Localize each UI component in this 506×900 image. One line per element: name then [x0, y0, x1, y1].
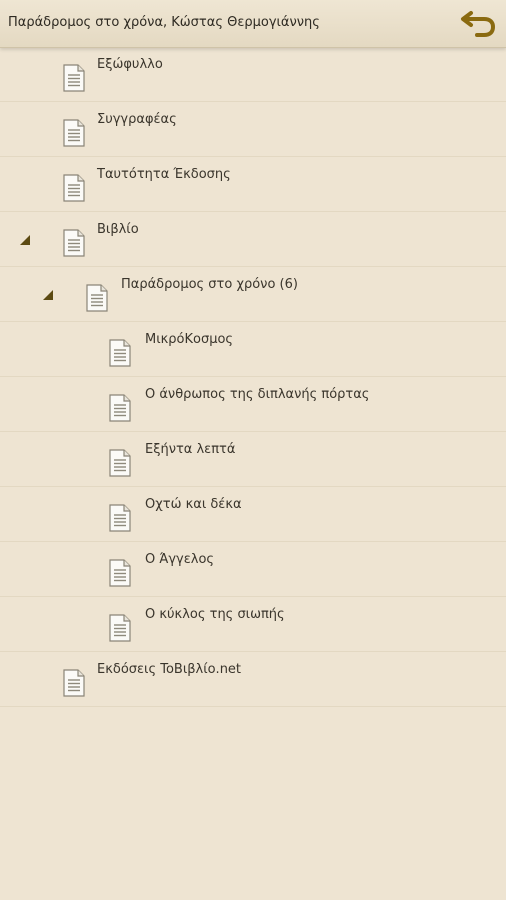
- toc-item-label: ΜικρόΚοσμος: [145, 332, 234, 347]
- toc-item-label: Οχτώ και δέκα: [145, 497, 242, 512]
- toc-item-label: Παράδρομος στο χρόνο (6): [121, 277, 298, 292]
- expanded-arrow-icon[interactable]: [19, 234, 31, 246]
- undo-arrow-icon: [461, 11, 496, 37]
- app-toolbar: Παράδρομος στο χρόνα, Κώστας Θερμογιάννη…: [0, 0, 506, 48]
- toc-item-chapter-5[interactable]: Ο Άγγελος: [0, 542, 506, 597]
- document-icon: [62, 229, 86, 257]
- toc-item-label: Ο Άγγελος: [145, 552, 215, 567]
- document-icon: [108, 559, 132, 587]
- document-icon: [62, 119, 86, 147]
- toc-item-label: Εξώφυλλο: [97, 57, 163, 72]
- toc-item-chapter-6[interactable]: Ο κύκλος της σιωπής: [0, 597, 506, 652]
- toc-item-chapter-3[interactable]: Εξήντα λεπτά: [0, 432, 506, 487]
- expanded-arrow-icon[interactable]: [42, 289, 54, 301]
- document-icon: [108, 449, 132, 477]
- toc-item-edition[interactable]: Ταυτότητα Έκδοσης: [0, 157, 506, 212]
- back-button[interactable]: [458, 6, 498, 42]
- toc-item-cover[interactable]: Εξώφυλλο: [0, 47, 506, 102]
- toc-item-label: Ταυτότητα Έκδοσης: [97, 167, 231, 182]
- document-icon: [62, 64, 86, 92]
- document-icon: [108, 614, 132, 642]
- toc-item-chapter-4[interactable]: Οχτώ και δέκα: [0, 487, 506, 542]
- toc-item-chapter-2[interactable]: Ο άνθρωπος της διπλανής πόρτας: [0, 377, 506, 432]
- document-icon: [108, 339, 132, 367]
- book-title: Παράδρομος στο χρόνα, Κώστας Θερμογιάννη…: [8, 15, 320, 30]
- document-icon: [85, 284, 109, 312]
- toc-item-label: Ο άνθρωπος της διπλανής πόρτας: [145, 387, 370, 402]
- toc-item-label: Ο κύκλος της σιωπής: [145, 607, 285, 622]
- toc-item-section[interactable]: Παράδρομος στο χρόνο (6): [0, 267, 506, 322]
- document-icon: [62, 669, 86, 697]
- document-icon: [62, 174, 86, 202]
- toc-item-label: Εκδόσεις ToΒιβλίο.net: [97, 662, 242, 677]
- toc-item-publisher[interactable]: Εκδόσεις ToΒιβλίο.net: [0, 652, 506, 707]
- toc-item-label: Εξήντα λεπτά: [145, 442, 236, 457]
- document-icon: [108, 504, 132, 532]
- toc-item-book[interactable]: Βιβλίο: [0, 212, 506, 267]
- toc-item-author[interactable]: Συγγραφέας: [0, 102, 506, 157]
- toc-item-label: Συγγραφέας: [97, 112, 177, 127]
- toc-item-label: Βιβλίο: [97, 222, 139, 237]
- toc-item-chapter-1[interactable]: ΜικρόΚοσμος: [0, 322, 506, 377]
- document-icon: [108, 394, 132, 422]
